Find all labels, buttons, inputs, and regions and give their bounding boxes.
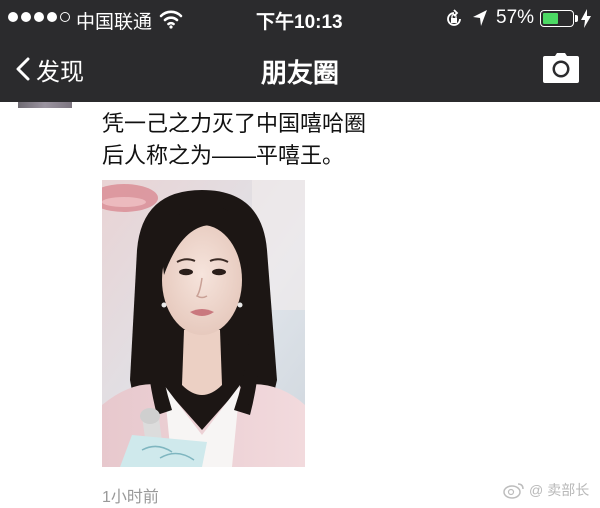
battery-icon — [540, 10, 574, 27]
weibo-logo-icon — [503, 483, 524, 499]
post-line: 凭一己之力灭了中国嘻哈圈 — [102, 111, 367, 136]
status-time: 下午10:13 — [256, 12, 343, 33]
location-arrow-icon — [473, 10, 487, 26]
post-text: 凭一己之力灭了中国嘻哈圈 后人称之为——平嘻王。 — [102, 108, 366, 172]
watermark-handle: @ — [529, 482, 544, 498]
signal-strength-icon — [8, 12, 70, 22]
carrier-name: 中国联通 — [76, 12, 153, 33]
charging-bolt-icon — [581, 9, 591, 28]
camera-icon[interactable] — [542, 52, 580, 84]
watermark-text: 卖部长 — [547, 482, 590, 498]
battery-fill — [543, 13, 558, 24]
battery-tip — [575, 15, 578, 22]
post-line: 后人称之为——平嘻王。 — [102, 143, 345, 168]
nav-bar: 发现 朋友圈 — [0, 36, 600, 102]
rotation-lock-icon — [447, 9, 461, 26]
avatar[interactable] — [18, 102, 72, 108]
post-photo[interactable] — [102, 180, 305, 467]
post-timestamp: 1小时前 — [102, 489, 159, 506]
wifi-icon — [159, 10, 183, 29]
battery-percent: 57% — [496, 7, 535, 28]
weibo-watermark: @ 卖部长 — [503, 480, 589, 500]
page-title: 朋友圈 — [260, 58, 339, 88]
status-bar: 中国联通 下午10:13 57% — [0, 0, 600, 36]
portrait-image — [102, 180, 305, 467]
